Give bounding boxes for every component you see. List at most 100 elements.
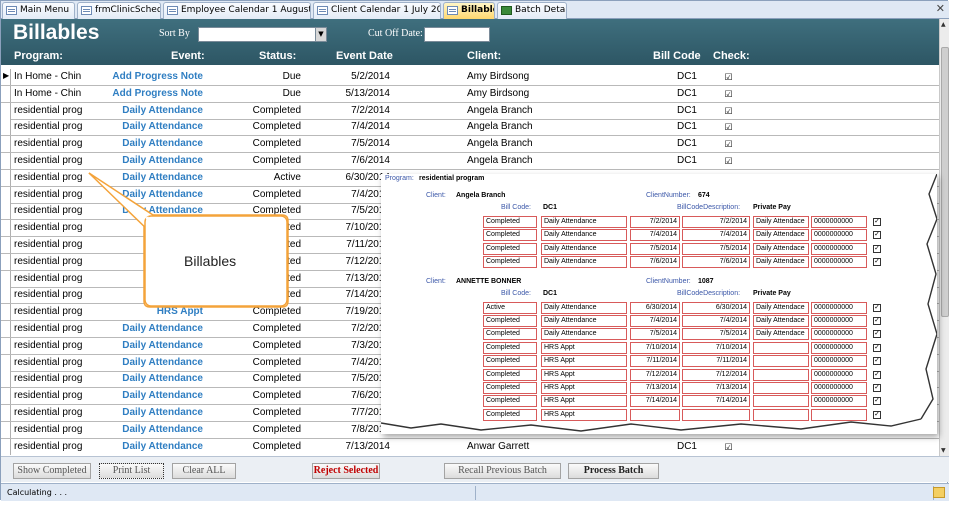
tab-batch-details[interactable]: Batch Details: [497, 2, 567, 19]
tab-employee-calendar[interactable]: Employee Calendar 1 August 2013: [163, 2, 311, 19]
record-selector[interactable]: [1, 153, 11, 169]
scroll-down-icon[interactable]: ▼: [941, 447, 946, 454]
record-selector[interactable]: [1, 169, 11, 186]
table-row[interactable]: ▶ In Home - Chin Add Progress Note Due 5/2/2…: [1, 69, 939, 86]
report-status-cell: Completed: [483, 341, 537, 354]
record-selector[interactable]: [1, 119, 11, 136]
show-completed-button[interactable]: Show Completed: [13, 463, 91, 479]
record-selector[interactable]: [1, 304, 11, 321]
event-link[interactable]: Daily Attendance: [96, 441, 203, 452]
record-selector[interactable]: [1, 321, 11, 337]
status-text: Calculating . . .: [7, 488, 68, 497]
cutoff-date-label: Cut Off Date:: [368, 28, 423, 39]
event-link[interactable]: Daily Attendance: [96, 105, 203, 116]
table-row[interactable]: In Home - Chin Add Progress Note Due 5/13/2…: [1, 85, 939, 103]
event-link[interactable]: HRS Appt: [96, 306, 203, 317]
close-icon[interactable]: ✕: [936, 2, 945, 15]
record-selector[interactable]: [1, 371, 11, 388]
record-selector[interactable]: [1, 136, 11, 153]
vertical-scrollbar[interactable]: ▲ ▼: [939, 19, 949, 456]
report-event-cell: HRS Appt: [541, 368, 627, 381]
check-checkbox[interactable]: ☑: [723, 89, 734, 100]
report-status-cell: Completed: [483, 256, 537, 269]
check-checkbox[interactable]: ☑: [723, 72, 734, 83]
status-cell: Completed: [252, 423, 301, 435]
report-date-cell: 7/2/2014: [682, 216, 750, 228]
reject-selected-button[interactable]: Reject Selected: [312, 463, 380, 479]
clear-all-button[interactable]: Clear ALL: [172, 463, 236, 479]
check-checkbox[interactable]: ☑: [723, 139, 734, 150]
view-mode-icon[interactable]: [933, 487, 945, 498]
event-link[interactable]: Daily Attendance: [96, 205, 203, 216]
event-link[interactable]: Daily Attendance: [96, 424, 203, 435]
record-selector[interactable]: ▶: [1, 69, 11, 85]
event-link[interactable]: Daily Attendance: [96, 323, 203, 334]
client-cell: Angela Branch: [467, 138, 533, 150]
record-selector[interactable]: [1, 186, 11, 203]
record-selector[interactable]: [1, 253, 11, 270]
report-date-cell: [682, 408, 750, 421]
record-selector[interactable]: [1, 85, 11, 102]
recall-previous-batch-button[interactable]: Recall Previous Batch: [444, 463, 561, 479]
event-link[interactable]: Daily Attendance: [96, 357, 203, 368]
event-date-cell: 7/2/2014: [351, 323, 390, 334]
report-event-cell: HRS Appt: [541, 395, 627, 408]
event-link[interactable]: Daily Attendance: [96, 407, 203, 418]
record-selector[interactable]: [1, 405, 11, 421]
table-row[interactable]: residential prog Daily Attendance Complete…: [1, 119, 939, 137]
event-link[interactable]: Daily Attendance: [96, 172, 203, 183]
record-selector[interactable]: [1, 388, 11, 405]
program-cell: residential prog: [14, 339, 82, 351]
record-selector[interactable]: [1, 337, 11, 354]
check-checkbox[interactable]: ☑: [723, 442, 734, 453]
scroll-up-icon[interactable]: ▲: [941, 21, 946, 28]
event-date-cell: 6/30/2014: [345, 171, 391, 183]
table-row[interactable]: residential prog Daily Attendance Complete…: [1, 136, 939, 154]
report-bill-desc-label: BillCodeDescription:: [677, 289, 741, 297]
record-selector[interactable]: [1, 287, 11, 304]
event-date-cell: 7/12/2014: [345, 255, 391, 267]
status-cell: Completed: [252, 222, 301, 234]
record-selector[interactable]: [1, 220, 11, 237]
check-checkbox[interactable]: ☑: [723, 156, 734, 167]
record-selector[interactable]: [1, 102, 11, 119]
record-selector[interactable]: [1, 203, 11, 220]
form-icon: [6, 6, 17, 15]
report-date-cell: 6/30/2014: [682, 301, 750, 314]
record-selector[interactable]: [1, 421, 11, 438]
report-bill-code-label: Bill Code:: [501, 289, 531, 297]
table-row[interactable]: residential prog Daily Attendance Complete…: [1, 153, 939, 170]
event-link[interactable]: Daily Attendance: [96, 373, 203, 384]
tab-main-menu[interactable]: Main Menu: [2, 2, 75, 19]
event-link[interactable]: Add Progress Note: [96, 71, 203, 82]
event-link[interactable]: Daily Attendance: [96, 390, 203, 401]
print-list-button[interactable]: Print List: [99, 463, 164, 479]
program-cell: residential prog: [14, 272, 82, 284]
sort-by-select[interactable]: ▼: [198, 27, 327, 42]
event-link[interactable]: Daily Attendance: [96, 340, 203, 351]
tab-billables[interactable]: Billables: [443, 2, 495, 20]
tab-frmclinicschedule[interactable]: frmClinicSchedule: [77, 2, 161, 19]
event-link[interactable]: Daily Attendance: [96, 121, 203, 132]
record-selector[interactable]: [1, 438, 11, 455]
cutoff-date-input[interactable]: [424, 27, 490, 42]
table-row[interactable]: residential prog Daily Attendance Complete…: [1, 438, 939, 455]
report-event-cell: Daily Attendance: [541, 256, 627, 269]
event-link[interactable]: Daily Attendance: [96, 189, 203, 200]
event-link[interactable]: Daily Attendance: [96, 155, 203, 166]
process-batch-button[interactable]: Process Batch: [568, 463, 659, 479]
table-row[interactable]: residential prog Daily Attendance Complete…: [1, 102, 939, 120]
report-number-cell: 0000000000: [811, 395, 867, 408]
record-selector[interactable]: [1, 237, 11, 253]
record-selector[interactable]: [1, 270, 11, 287]
check-checkbox[interactable]: ☑: [723, 106, 734, 117]
tab-client-calendar[interactable]: Client Calendar 1 July 2014: [313, 2, 441, 19]
report-client-label: Client:: [426, 277, 446, 285]
event-link[interactable]: Add Progress Note: [96, 88, 203, 99]
report-date-cell: 7/13/2014: [630, 382, 680, 394]
scroll-thumb[interactable]: [941, 47, 949, 317]
check-checkbox[interactable]: ☑: [723, 122, 734, 133]
record-selector[interactable]: [1, 354, 11, 371]
chevron-down-icon[interactable]: ▼: [315, 28, 326, 41]
event-link[interactable]: Daily Attendance: [96, 138, 203, 149]
